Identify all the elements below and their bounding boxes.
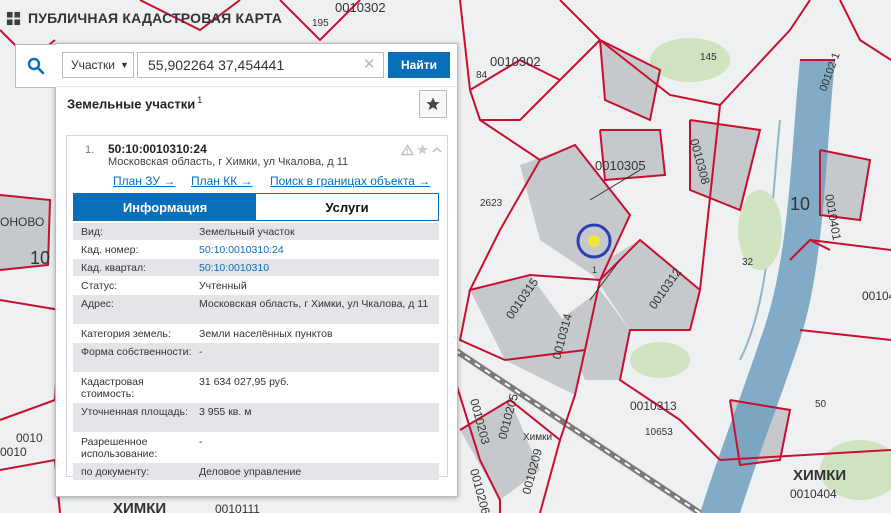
map-label: 0010302	[490, 54, 541, 69]
map-label: 1	[592, 265, 597, 275]
app-title: ПУБЛИЧНАЯ КАДАСТРОВАЯ КАРТА	[28, 10, 283, 26]
info-key: Кадастровая стоимость:	[81, 376, 144, 400]
info-value: -	[199, 346, 203, 358]
plan-zu-link[interactable]: План ЗУ →	[113, 174, 175, 188]
search-toggle-button[interactable]	[15, 44, 56, 88]
info-key: Адрес:	[81, 298, 114, 310]
info-row: Форма собственности: -	[73, 343, 439, 373]
info-value: Учтенный	[199, 280, 247, 292]
info-row: Уточненная площадь: 3 955 кв. м	[73, 403, 439, 433]
parcel-card: 1. 50:10:0010310:24 Московская область, …	[66, 135, 448, 481]
info-key: Кад. номер:	[81, 244, 139, 256]
result-index: 1.	[85, 144, 95, 156]
tab-services[interactable]: Услуги	[256, 194, 438, 220]
map-label: ОНОВО	[0, 215, 44, 229]
search-type-select[interactable]: Участки ▼	[62, 52, 134, 78]
map-label: 0010305	[595, 158, 646, 173]
chevron-up-icon[interactable]	[431, 144, 443, 156]
clear-icon[interactable]: ✕	[363, 55, 376, 73]
info-row: Кадастровая стоимость: 31 634 027,95 руб.	[73, 373, 439, 403]
plan-kk-link[interactable]: План КК →	[191, 174, 253, 188]
info-key: Форма собственности:	[81, 346, 192, 358]
info-row: Разрешенное использование: -	[73, 433, 439, 463]
map-label: 10	[30, 248, 50, 268]
info-row: Статус: Учтенный	[73, 277, 439, 295]
info-key: Разрешенное использование:	[81, 436, 158, 460]
map-label: 0010	[0, 445, 27, 459]
info-value: -	[199, 436, 203, 448]
map-label: 32	[742, 257, 754, 268]
info-value-link[interactable]: 50:10:0010310:24	[199, 244, 429, 256]
info-key: Вид:	[81, 226, 103, 238]
info-value: Деловое управление	[199, 466, 302, 478]
info-key: Кад. квартал:	[81, 262, 146, 274]
find-button[interactable]: Найти	[388, 52, 450, 78]
map-label: 10	[790, 194, 810, 214]
warning-icon[interactable]	[401, 143, 414, 156]
info-value: Московская область, г Химки, ул Чкалова,…	[199, 298, 429, 310]
map-label: 2623	[480, 198, 503, 209]
info-key: Категория земель:	[81, 328, 171, 340]
star-icon	[426, 97, 440, 110]
parcel-tabs: Информация Услуги	[73, 193, 439, 221]
info-key: Уточненная площадь:	[81, 406, 188, 418]
map-label: 0010	[16, 431, 43, 445]
chevron-down-icon: ▼	[120, 60, 129, 70]
info-row: Вид: Земельный участок	[73, 223, 439, 241]
app-logo-icon	[6, 11, 21, 25]
info-value: Земли населённых пунктов	[199, 328, 333, 340]
results-title: Земельные участки 1	[67, 95, 202, 111]
map-label: ХИМКИ	[113, 500, 166, 513]
card-actions	[401, 143, 443, 156]
info-value: 3 955 кв. м	[199, 406, 252, 418]
search-bar: Участки ▼ ✕ Найти	[15, 44, 457, 88]
search-type-value: Участки	[71, 58, 115, 72]
map-label: 50	[815, 399, 827, 410]
info-key: по документу:	[81, 466, 150, 478]
map-label: 145	[700, 52, 717, 63]
info-row: Кад. квартал: 50:10:0010310	[73, 259, 439, 277]
search-input[interactable]	[137, 52, 384, 78]
search-panel: Участки ▼ ✕ Найти Земельные участки1 1. …	[15, 43, 458, 497]
favorites-button[interactable]	[419, 90, 447, 118]
info-value: Земельный участок	[199, 226, 295, 238]
info-row: по документу: Деловое управление	[73, 463, 439, 481]
map-label: Химки	[523, 432, 552, 443]
map-label: 195	[312, 18, 329, 29]
info-row: Кад. номер: 50:10:0010310:24	[73, 241, 439, 259]
info-value-link[interactable]: 50:10:0010310	[199, 262, 429, 274]
parcel-address: Московская область, г Химки, ул Чкалова,…	[108, 156, 349, 168]
search-bounds-link[interactable]: Поиск в границах объекта →	[270, 174, 430, 188]
map-label: 10653	[645, 427, 673, 438]
results-title-text: Земельные участки	[67, 96, 196, 112]
map-label: 0010111	[215, 502, 260, 513]
map-label: 0010404	[790, 487, 837, 501]
map-label: 00104	[862, 289, 891, 303]
info-key: Статус:	[81, 280, 118, 292]
info-row: Адрес: Московская область, г Химки, ул Чк…	[73, 295, 439, 325]
map-label: 84	[476, 70, 488, 81]
results-count: 1	[197, 95, 203, 105]
map-label: 0010302	[335, 0, 386, 15]
info-value: 31 634 027,95 руб.	[199, 376, 290, 388]
map-label: 0010313	[630, 399, 677, 413]
map-label: ХИМКИ	[793, 467, 846, 484]
parcel-info-table: Вид: Земельный участок Кад. номер: 50:10:0…	[73, 223, 439, 481]
search-icon	[27, 57, 45, 75]
info-row: Категория земель: Земли населённых пункто…	[73, 325, 439, 343]
tab-info[interactable]: Информация	[74, 194, 256, 220]
parcel-cad-number[interactable]: 50:10:0010310:24	[108, 142, 207, 156]
app-header: ПУБЛИЧНАЯ КАДАСТРОВАЯ КАРТА	[6, 10, 282, 26]
star-icon[interactable]	[416, 143, 429, 156]
